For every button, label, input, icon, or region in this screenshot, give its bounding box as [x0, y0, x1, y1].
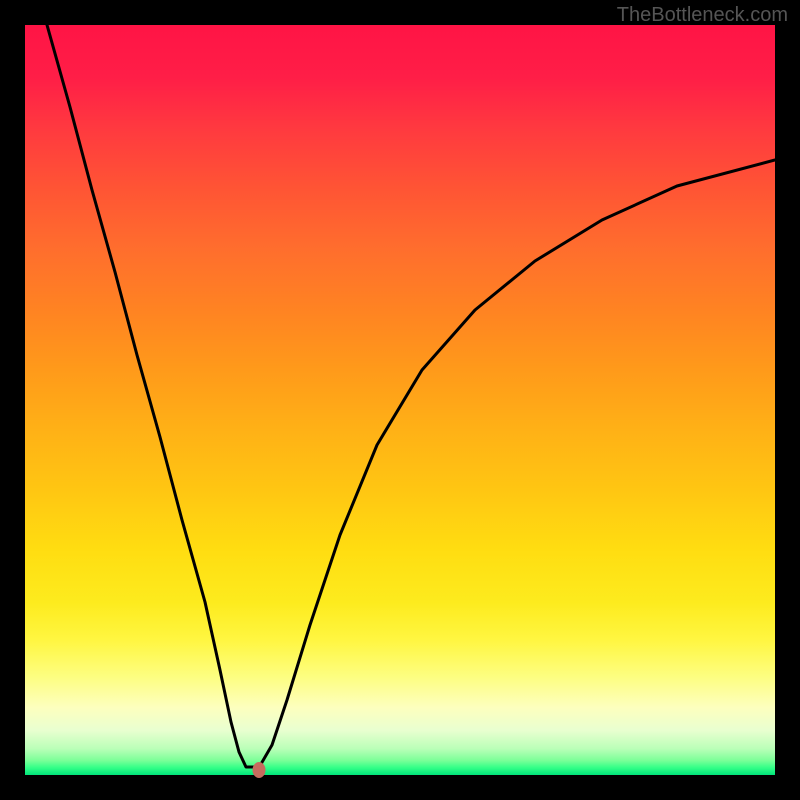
chart-plot-area: [25, 25, 775, 775]
watermark-text: TheBottleneck.com: [617, 4, 788, 27]
optimal-point-marker: [253, 762, 266, 778]
bottleneck-curve-path: [47, 25, 775, 767]
curve-svg: [25, 25, 775, 775]
